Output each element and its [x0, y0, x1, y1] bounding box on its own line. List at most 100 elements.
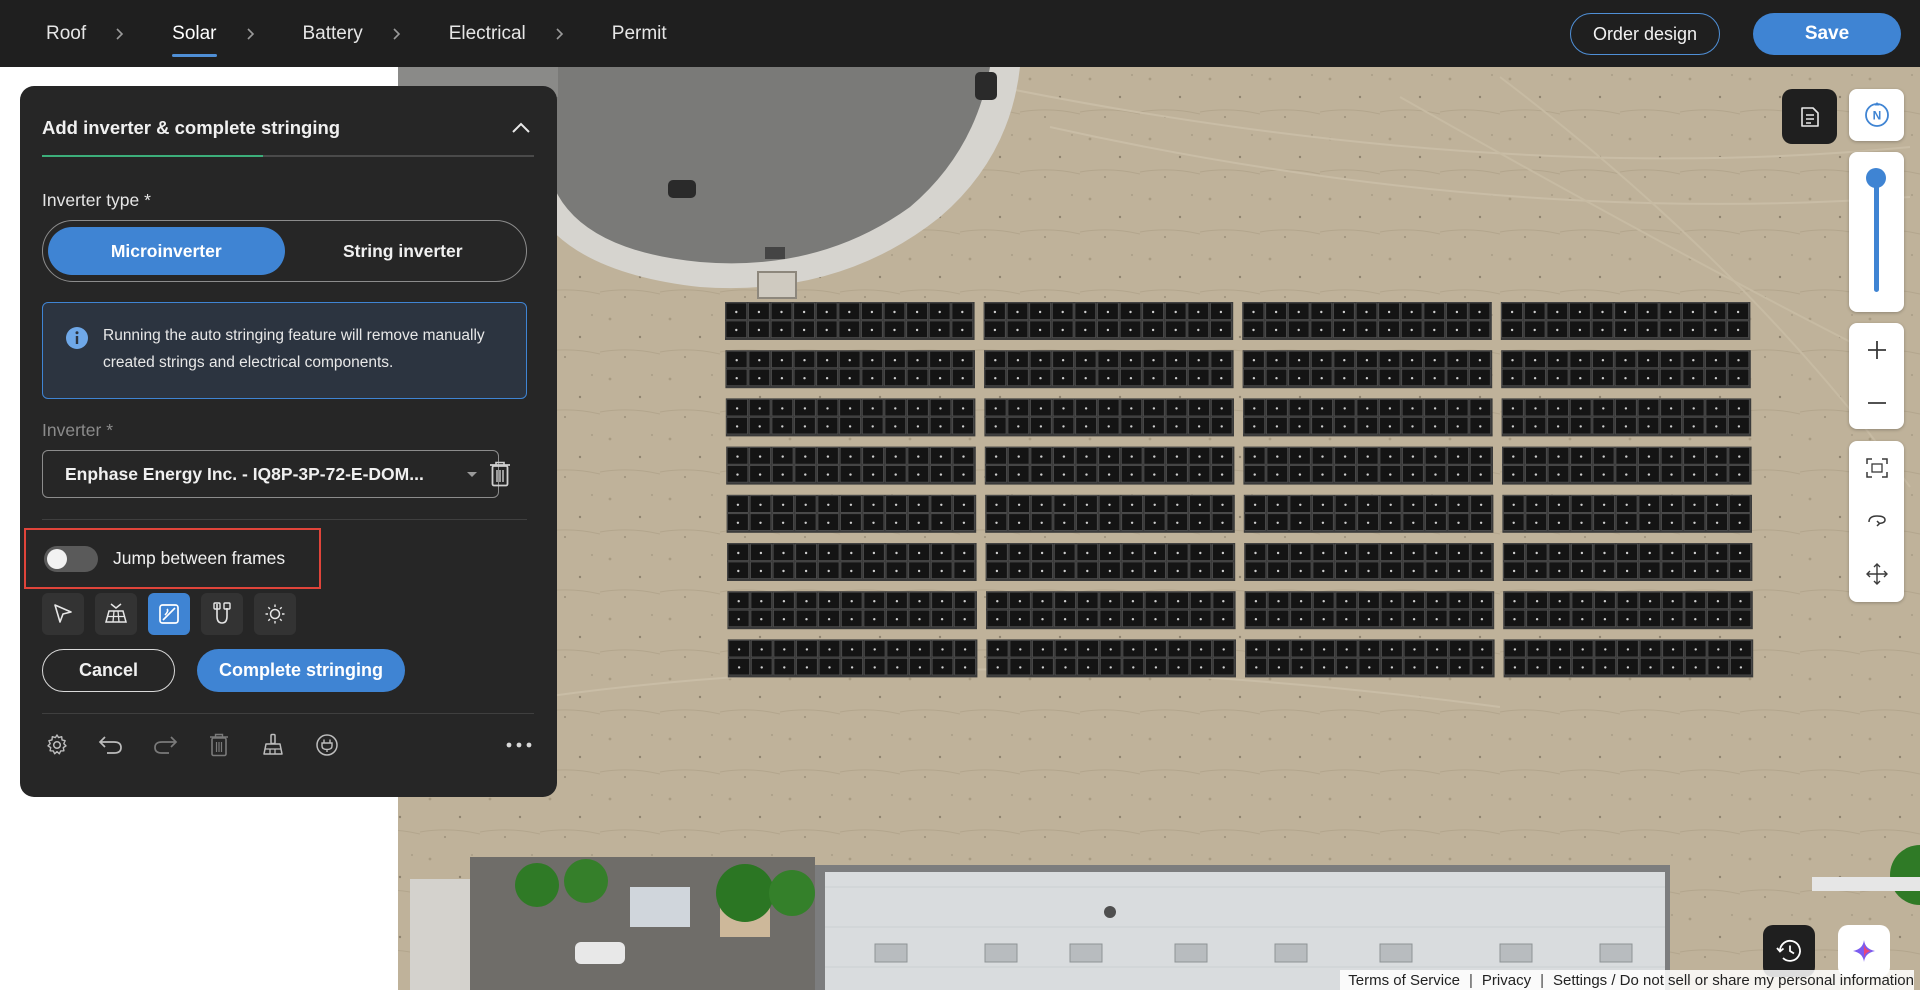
- delete-button[interactable]: [204, 730, 234, 760]
- more-dots-icon: [506, 742, 532, 748]
- cable-icon: [213, 602, 231, 624]
- privacy-settings-link[interactable]: Settings / Do not sell or share my perso…: [1553, 972, 1914, 989]
- step-progress-bar: [42, 155, 534, 157]
- electrical-button[interactable]: [312, 730, 342, 760]
- step-solar-label: Solar: [172, 22, 217, 44]
- panel-array-tool-button[interactable]: [95, 593, 137, 635]
- gear-icon: [47, 734, 67, 755]
- clear-panels-button[interactable]: [258, 730, 288, 760]
- cancel-button[interactable]: Cancel: [42, 649, 175, 692]
- compass-letter: N: [1872, 109, 1881, 123]
- step-roof-label: Roof: [46, 22, 87, 44]
- plus-icon: [1867, 340, 1886, 359]
- redo-button[interactable]: [150, 730, 180, 760]
- move-arrows-icon: [1865, 562, 1888, 585]
- step-battery[interactable]: Battery: [303, 0, 363, 67]
- jump-between-frames-label: Jump between frames: [113, 548, 286, 568]
- save-button[interactable]: Save: [1753, 13, 1901, 55]
- step-solar[interactable]: Solar: [172, 0, 217, 67]
- sun-analysis-tool-button[interactable]: [254, 593, 296, 635]
- zoom-slider-handle[interactable]: [1866, 168, 1886, 188]
- terms-of-service-link[interactable]: Terms of Service: [1348, 972, 1460, 989]
- info-text-line-1: Running the auto stringing feature will …: [103, 327, 485, 344]
- undo-icon: [98, 736, 122, 754]
- zoom-in-button[interactable]: [1849, 323, 1904, 376]
- string-drawing-tool-button[interactable]: [148, 593, 190, 635]
- step-permit-label: Permit: [611, 22, 667, 44]
- step-electrical-label: Electrical: [448, 22, 526, 44]
- microinverter-option[interactable]: Microinverter: [48, 227, 285, 275]
- chevron-right-icon: [114, 27, 126, 40]
- jump-between-frames-highlight: Jump between frames: [24, 528, 321, 589]
- inverter-select-value: Enphase Energy Inc. - IQ8P-3P-72-E-DOM..…: [65, 463, 424, 484]
- zoom-slider-track: [1874, 174, 1879, 292]
- inverter-type-label: Inverter type *: [42, 190, 151, 210]
- zoom-slider[interactable]: [1849, 152, 1904, 312]
- history-clock-icon: [1776, 939, 1801, 962]
- panel-actions: Cancel Complete stringing: [42, 649, 405, 692]
- stringing-tools: [42, 593, 296, 635]
- view-controls: [1849, 441, 1904, 602]
- compass-button[interactable]: N: [1849, 89, 1904, 141]
- zoom-controls: [1849, 323, 1904, 429]
- solar-panel-icon: [105, 603, 127, 623]
- select-tool-button[interactable]: [42, 593, 84, 635]
- caret-down-icon: [467, 472, 477, 477]
- info-icon: [66, 327, 88, 349]
- divider: [42, 519, 527, 520]
- jump-between-frames-toggle[interactable]: [44, 545, 98, 572]
- zoom-out-button[interactable]: [1849, 376, 1904, 429]
- plug-circle-icon: [316, 734, 338, 756]
- compass-icon: N: [1864, 102, 1889, 127]
- pan-button[interactable]: [1849, 547, 1904, 600]
- delete-inverter-button[interactable]: [485, 457, 515, 491]
- cursor-arrow-icon: [54, 604, 72, 623]
- wiring-tool-button[interactable]: [201, 593, 243, 635]
- order-design-button[interactable]: Order design: [1569, 13, 1720, 55]
- info-text-line-2: created strings and electrical component…: [103, 354, 394, 371]
- top-navigation-bar: Roof Solar Battery Electrical Permit Ord…: [0, 0, 1920, 67]
- notes-button[interactable]: [1782, 89, 1837, 144]
- step-electrical[interactable]: Electrical: [449, 0, 526, 67]
- chevron-right-icon: [245, 27, 257, 40]
- string-inverter-option[interactable]: String inverter: [285, 227, 522, 275]
- more-options-button[interactable]: [504, 730, 534, 760]
- auto-stringing-info-box: Running the auto stringing feature will …: [42, 302, 527, 399]
- panel-title: Add inverter & complete stringing: [42, 117, 341, 138]
- rotate-icon: [1867, 514, 1886, 527]
- trash-icon: [490, 461, 510, 487]
- toggle-knob: [47, 548, 67, 569]
- info-text: Running the auto stringing feature will …: [103, 322, 485, 398]
- sparkle-icon: [1853, 940, 1875, 962]
- notes-icon: [1800, 106, 1819, 127]
- inverter-select[interactable]: Enphase Energy Inc. - IQ8P-3P-72-E-DOM..…: [42, 450, 499, 498]
- fit-screen-icon: [1865, 457, 1888, 478]
- separator: |: [1468, 971, 1473, 989]
- step-roof[interactable]: Roof: [46, 0, 86, 67]
- rotate-view-button[interactable]: [1849, 494, 1904, 547]
- stringing-panel: Add inverter & complete stringing Invert…: [20, 86, 557, 797]
- privacy-link[interactable]: Privacy: [1482, 972, 1531, 989]
- collapse-panel-button[interactable]: [507, 114, 535, 142]
- draw-string-icon: [159, 604, 179, 624]
- inverter-type-selector: Microinverter String inverter: [42, 220, 527, 282]
- broom-icon: [263, 733, 283, 755]
- panel-header: Add inverter & complete stringing: [42, 108, 535, 148]
- divider: [42, 713, 534, 714]
- minus-icon: [1867, 401, 1886, 404]
- settings-button[interactable]: [42, 730, 72, 760]
- redo-icon: [154, 736, 178, 754]
- app-root: Roof Solar Battery Electrical Permit Ord…: [0, 0, 1920, 990]
- chevron-right-icon: [554, 27, 566, 40]
- workflow-steps: Roof Solar Battery Electrical Permit: [46, 0, 667, 67]
- step-battery-label: Battery: [302, 22, 363, 44]
- fit-to-view-button[interactable]: [1849, 441, 1904, 494]
- panel-bottom-toolbar: [42, 730, 534, 760]
- chevron-up-icon: [512, 122, 530, 133]
- complete-stringing-button[interactable]: Complete stringing: [197, 649, 405, 692]
- step-permit[interactable]: Permit: [612, 0, 667, 67]
- chevron-right-icon: [391, 27, 403, 40]
- separator: |: [1540, 971, 1544, 989]
- trash-icon: [210, 733, 228, 757]
- undo-button[interactable]: [96, 730, 126, 760]
